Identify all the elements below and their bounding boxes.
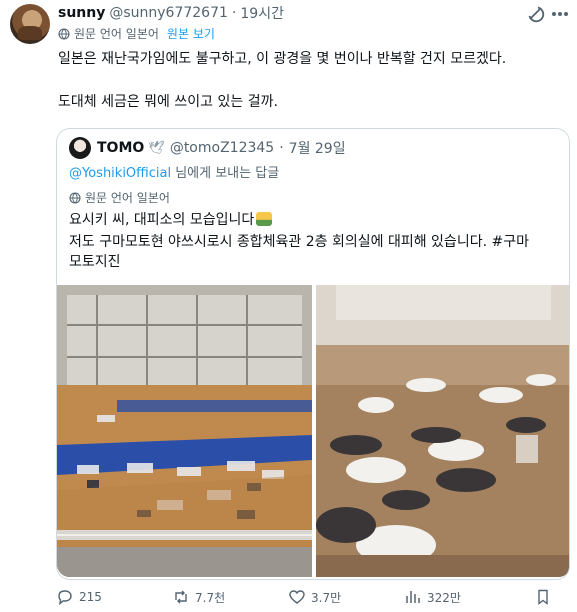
quoted-translation-label: 원문 언어 일본어	[85, 191, 170, 205]
like-button[interactable]: 3.7만	[288, 588, 341, 606]
separator: ·	[231, 5, 237, 21]
reply-context: @YoshikiOfficial 님에게 보내는 답글	[69, 162, 279, 181]
tweet-text-line: 도대체 세금은 뭐에 쓰이고 있는 걸까.	[58, 94, 278, 110]
display-name[interactable]: sunny	[58, 5, 105, 21]
quoted-avatar[interactable]	[69, 137, 91, 159]
quoted-text-line: 요시키 씨, 대피소의 모습입니다	[69, 211, 273, 230]
bookmark-button[interactable]	[534, 588, 557, 606]
globe-icon	[69, 191, 81, 204]
reply-button[interactable]: 215	[56, 588, 102, 606]
avatar[interactable]	[10, 4, 50, 44]
emoji-icon	[256, 212, 273, 226]
quoted-header: TOMO 🕊 @tomoZ12345 · 7월 29일	[97, 138, 346, 158]
like-icon	[289, 590, 305, 604]
reply-suffix: 님에게 보내는 답글	[171, 166, 280, 181]
quoted-date[interactable]: 7월 29일	[289, 138, 346, 158]
quoted-tweet[interactable]: TOMO 🕊 @tomoZ12345 · 7월 29일 @YoshikiOffi…	[56, 128, 570, 580]
retweet-icon	[175, 590, 187, 604]
reply-count: 215	[79, 590, 102, 604]
grok-icon[interactable]	[526, 4, 546, 24]
reply-icon	[58, 590, 72, 606]
separator: ·	[279, 140, 284, 156]
quoted-handle[interactable]: @tomoZ12345	[170, 140, 274, 156]
tweet-header: sunny @sunny6772671 · 19시간	[58, 4, 284, 22]
quoted-display-name[interactable]: TOMO	[97, 140, 144, 156]
more-icon[interactable]	[552, 11, 568, 17]
quoted-text-line: 저도 구마모토현 야쓰시로시 종합체육관 2층 회의실에 대피해 있습니다. #…	[69, 234, 529, 250]
show-original-link[interactable]: 원본 보기	[167, 25, 215, 42]
globe-icon	[58, 27, 70, 40]
action-bar: 215 7.7천 3.7만 322만	[56, 588, 570, 608]
reply-mention-link[interactable]: @YoshikiOfficial	[69, 166, 171, 181]
views-button[interactable]: 322만	[404, 588, 461, 606]
handle[interactable]: @sunny6772671	[109, 5, 228, 21]
timestamp[interactable]: 19시간	[240, 3, 284, 23]
gym-shelter-photo[interactable]	[57, 285, 312, 577]
retweet-count: 7.7천	[195, 590, 226, 605]
tweet-text-line: 일본은 재난국가임에도 불구하고, 이 광경을 몇 번이나 반복할 건지 모르겠…	[58, 51, 507, 67]
meeting-room-photo[interactable]	[316, 285, 569, 577]
views-count: 322만	[427, 590, 461, 605]
quoted-badge: 🕊	[148, 140, 165, 156]
quoted-text: 요시키 씨, 대피소의 모습입니다	[69, 212, 255, 228]
translation-label: 원문 언어 일본어	[74, 27, 159, 41]
quoted-translation-row: 원문 언어 일본어	[69, 189, 170, 206]
like-count: 3.7만	[311, 590, 342, 605]
translation-row: 원문 언어 일본어 원본 보기	[58, 25, 215, 42]
quoted-text-line: 모토지진	[69, 254, 121, 270]
retweet-button[interactable]: 7.7천	[172, 588, 225, 606]
views-icon	[406, 591, 420, 603]
bookmark-icon	[538, 589, 548, 605]
